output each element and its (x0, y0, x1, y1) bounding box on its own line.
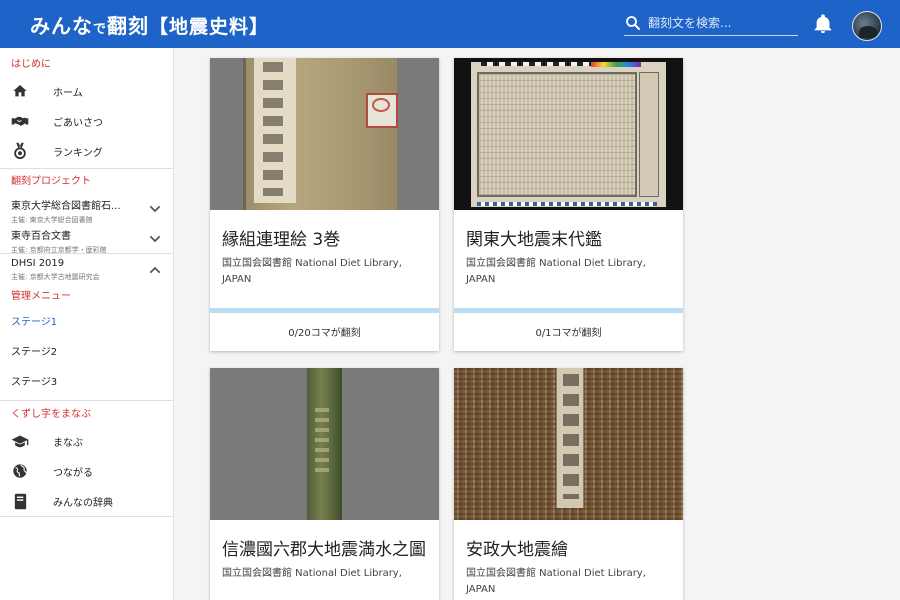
section-title-projects: 翻刻プロジェクト (11, 176, 91, 187)
card-title: 関東大地震末代鑑 (466, 230, 602, 250)
document-card[interactable]: 縁組連理絵 3巻 国立国会図書館 National Diet Library, … (210, 58, 439, 351)
search-icon[interactable] (624, 14, 642, 32)
search-bar (624, 10, 798, 36)
logo-text-sub: 【地震史料】 (149, 15, 270, 38)
chevron-down-icon[interactable] (147, 201, 163, 217)
dictionary-icon (11, 492, 29, 510)
nav-item-ranking[interactable]: ランキング (0, 136, 173, 166)
card-title: 信濃國六郡大地震満水之圖 (222, 540, 426, 560)
graduation-cap-icon (11, 432, 29, 450)
card-holder: 国立国会図書館 National Diet Library, (222, 568, 402, 579)
progress-bar (210, 308, 439, 313)
user-avatar[interactable] (852, 11, 882, 41)
home-icon (11, 82, 29, 100)
nav-item-greeting[interactable]: ごあいさつ (0, 106, 173, 136)
divider (0, 168, 173, 169)
sidebar: はじめに ホーム ごあいさつ ランキング 翻刻プロジェクト 東京大学総合図書館石… (0, 48, 174, 600)
scroll-image (307, 368, 342, 520)
document-card[interactable]: 関東大地震末代鑑 国立国会図書館 National Diet Library, … (454, 58, 683, 351)
app-logo[interactable]: みんなで翻刻【地震史料】 (30, 10, 269, 39)
nav-item-label: みんなの辞典 (53, 497, 113, 509)
logo-text-small: で (93, 21, 108, 37)
card-thumbnail[interactable] (454, 368, 683, 520)
chevron-up-icon[interactable] (147, 262, 163, 278)
nav-item-learn[interactable]: まなぶ (0, 426, 173, 456)
nav-item-label: ホーム (53, 87, 83, 99)
document-sheet-image (471, 62, 666, 207)
transcription-count: 0/20コマが翻刻 (288, 328, 361, 339)
divider (0, 516, 173, 517)
project-title: DHSI 2019 (11, 258, 65, 269)
card-thumbnail[interactable] (210, 58, 439, 210)
card-thumbnail[interactable] (210, 368, 439, 520)
logo-text-title: 翻刻 (107, 13, 150, 38)
card-holder: 国立国会図書館 National Diet Library, JAPAN (222, 258, 402, 285)
project-title: 東京大学総合図書館石... (11, 201, 121, 212)
section-title-admin: 管理メニュー (11, 291, 71, 302)
project-item-tokyo-univ[interactable]: 東京大学総合図書館石... 主催: 東京大学総合図書館 (0, 193, 173, 224)
project-title: 東寺百合文書 (11, 231, 71, 242)
card-title: 縁組連理絵 3巻 (222, 230, 341, 250)
project-item-toji[interactable]: 東寺百合文書 主催: 京都府立京都学・歴彩館 (0, 223, 173, 254)
medal-icon (11, 142, 29, 160)
stage-item-2[interactable]: ステージ2 (0, 338, 173, 368)
nav-item-label: まなぶ (53, 437, 83, 449)
nav-item-label: ごあいさつ (53, 117, 103, 129)
card-holder: 国立国会図書館 National Diet Library, JAPAN (466, 258, 646, 285)
logo-text-main: みんな (30, 13, 93, 38)
document-card[interactable]: 安政大地震繪 国立国会図書館 National Diet Library, JA… (454, 368, 683, 600)
stage-item-3[interactable]: ステージ3 (0, 368, 173, 398)
transcription-count: 0/1コマが翻刻 (535, 328, 602, 339)
divider (0, 400, 173, 401)
title-slip (556, 368, 584, 508)
nav-item-label: つながる (53, 467, 93, 479)
globe-icon (11, 462, 29, 480)
nav-item-home[interactable]: ホーム (0, 76, 173, 106)
search-input[interactable] (648, 15, 788, 30)
app-header: みんなで翻刻【地震史料】 (0, 0, 900, 48)
handshake-icon (11, 112, 29, 130)
section-title-intro: はじめに (11, 59, 51, 70)
progress-bar (454, 308, 683, 313)
section-title-learn: くずし字をまなぶ (11, 409, 91, 420)
stage-item-1[interactable]: ステージ1 (0, 308, 173, 338)
document-card[interactable]: 信濃國六郡大地震満水之圖 国立国会図書館 National Diet Libra… (210, 368, 439, 600)
project-item-dhsi[interactable]: DHSI 2019 主催: 京都大学古地震研究会 (0, 254, 173, 284)
nav-item-connect[interactable]: つながる (0, 456, 173, 486)
chevron-down-icon[interactable] (147, 231, 163, 247)
nav-item-label: ランキング (53, 147, 103, 159)
nav-item-dictionary[interactable]: みんなの辞典 (0, 486, 173, 516)
book-cover-image (243, 58, 398, 210)
card-thumbnail[interactable] (454, 58, 683, 210)
notification-bell-icon[interactable] (812, 13, 834, 35)
card-title: 安政大地震繪 (466, 540, 568, 560)
card-holder: 国立国会図書館 National Diet Library, JAPAN (466, 568, 646, 595)
